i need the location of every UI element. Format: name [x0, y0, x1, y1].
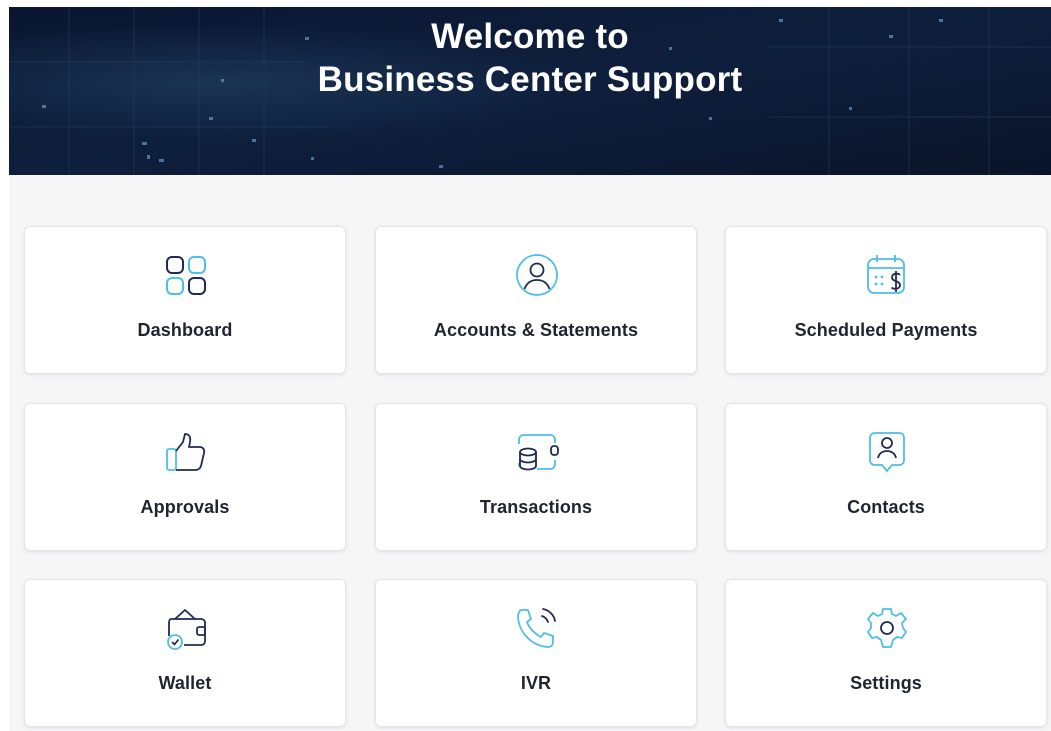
wallet-card[interactable]: Wallet [24, 579, 346, 727]
hero-banner: Welcome to Business Center Support [9, 7, 1051, 175]
approvals-card[interactable]: Approvals [24, 403, 346, 551]
ivr-card-label: IVR [520, 673, 552, 693]
title-line-2: Business Center Support [317, 60, 743, 99]
scheduled-payments-card[interactable]: Scheduled Payments [725, 226, 1047, 374]
transactions-card[interactable]: Transactions [375, 403, 697, 551]
support-page: Welcome to Business Center Support Dashb… [9, 7, 1051, 731]
grid-icon [166, 256, 206, 295]
gear-icon [867, 608, 907, 648]
thumbs-up-icon [166, 433, 206, 471]
contact-card-icon [869, 432, 905, 473]
page-title: Welcome to Business Center Support [9, 15, 1051, 101]
transactions-card-label: Transactions [479, 497, 593, 517]
scheduled-payments-card-label: Scheduled Payments [794, 320, 978, 340]
ivr-card[interactable]: IVR [375, 579, 697, 727]
calendar-dollar-icon [867, 255, 905, 294]
contacts-card-label: Contacts [847, 497, 925, 517]
user-circle-icon [516, 254, 558, 296]
settings-card[interactable]: Settings [725, 579, 1047, 727]
dashboard-card-label: Dashboard [137, 320, 233, 340]
accounts-statements-card[interactable]: Accounts & Statements [375, 226, 697, 374]
accounts-statements-card-label: Accounts & Statements [433, 320, 639, 340]
title-line-1: Welcome to [431, 17, 629, 56]
approvals-card-label: Approvals [140, 497, 230, 517]
coins-transfer-icon [518, 434, 559, 471]
wallet-card-label: Wallet [158, 673, 212, 693]
phone-call-icon [517, 608, 556, 648]
contacts-card[interactable]: Contacts [725, 403, 1047, 551]
dashboard-card[interactable]: Dashboard [24, 226, 346, 374]
settings-card-label: Settings [850, 673, 922, 693]
wallet-icon [167, 609, 206, 650]
